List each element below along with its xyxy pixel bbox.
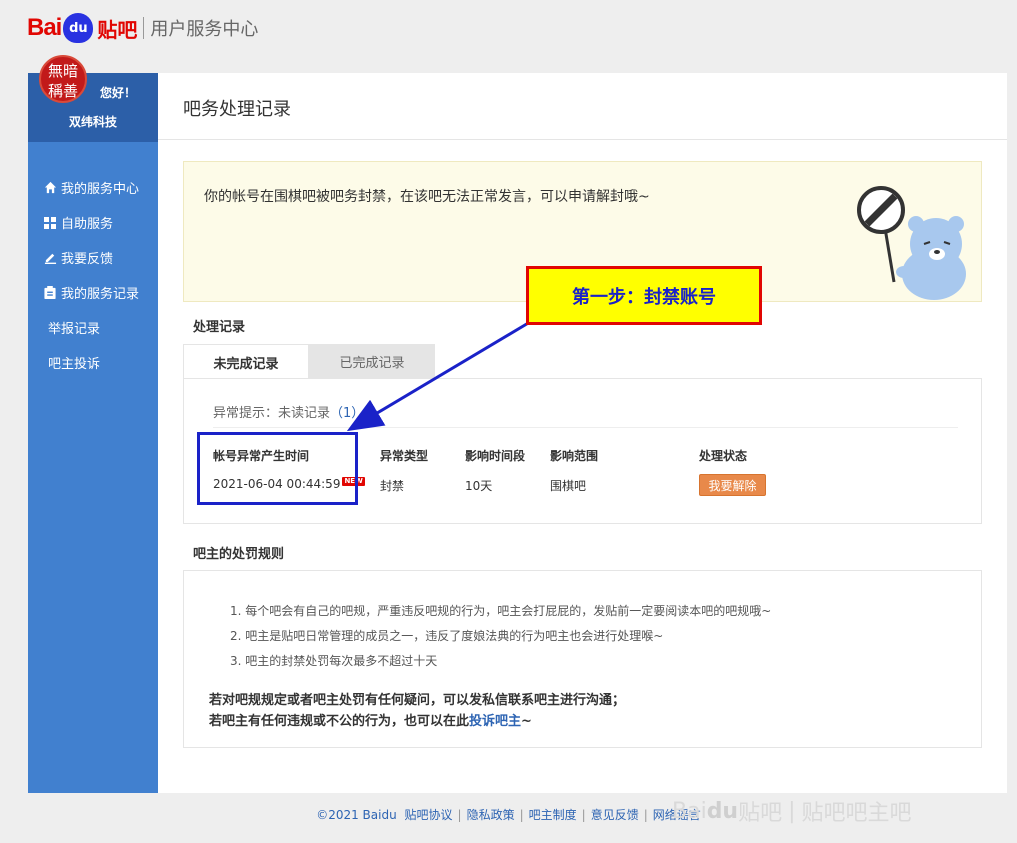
abnormal-hint: 异常提示：未读记录（1） [213,406,365,421]
sidebar-item-feedback[interactable]: 我要反馈 [28,240,158,275]
col-header-type: 异常类型 [380,449,429,463]
records-section-label: 处理记录 [193,320,246,335]
unread-count[interactable]: （1） [330,406,364,421]
sidebar-menu: 我的服务中心 自助服务 我要反馈 我的服务记录 举报记录 吧主投诉 [28,142,158,380]
step-callout: 第一步：封禁账号 [526,266,762,325]
clipboard-icon [43,286,57,300]
sidebar-item-label: 吧主投诉 [48,357,101,372]
rule-item: 1. 每个吧会有自己的吧规，严重违反吧规的行为，吧主会打屁屁的，发贴前一定要阅读… [230,604,772,618]
footer-link-moderator-rules[interactable]: 吧主制度 [529,808,577,822]
watermark: Bai du 贴吧 | 贴吧吧主吧 [672,798,912,827]
complain-moderator-link[interactable]: 投诉吧主 [469,714,521,729]
sidebar-item-moderator-complaint[interactable]: 吧主投诉 [28,345,158,380]
col-header-status: 处理状态 [699,449,748,463]
sidebar: 無暗 稱善 您好！ 双纬科技 我的服务中心 自助服务 我要反馈 我的服务记录 举… [28,55,158,793]
rule-item: 3. 吧主的封禁处罚每次最多不超过十天 [230,654,438,668]
logo-separator [143,17,145,39]
grid-icon [43,216,57,230]
sidebar-item-label: 举报记录 [48,322,101,337]
rules-note-complaint: 若吧主有任何违规或不公的行为，也可以在此投诉吧主~ [209,714,532,729]
logo-tieba-text: 贴吧 [97,17,138,42]
sidebar-item-label: 自助服务 [61,217,114,232]
rules-note-contact: 若对吧规规定或者吧主处罚有任何疑问，可以发私信联系吧主进行沟通； [209,693,626,708]
sidebar-item-service-records[interactable]: 我的服务记录 [28,275,158,310]
sidebar-item-label: 我的服务记录 [61,287,140,302]
cell-type: 封禁 [380,479,405,493]
sidebar-item-service-center[interactable]: 我的服务中心 [28,170,158,205]
baidu-tieba-logo[interactable]: Bai du 贴吧 用户服务中心 [27,8,258,48]
paw-icon: du [63,13,94,43]
sidebar-item-report-records[interactable]: 举报记录 [28,310,158,345]
request-unban-button[interactable]: 我要解除 [699,474,766,496]
tab-completed-records[interactable]: 已完成记录 [309,344,435,379]
col-header-scope: 影响范围 [550,449,599,463]
rules-panel: 1. 每个吧会有自己的吧规，严重违反吧规的行为，吧主会打屁屁的，发贴前一定要阅读… [183,570,982,748]
footer-copyright: ©2021 Baidu [316,808,397,822]
footer-link-privacy[interactable]: 隐私政策 [467,808,515,822]
bear-mascot-icon [857,186,966,300]
greeting-text: 您好！ [100,86,137,100]
logo-bai-text: Bai [27,14,62,41]
highlight-box [197,432,358,505]
pencil-icon [43,251,57,265]
footer-link-feedback[interactable]: 意见反馈 [591,808,639,822]
rule-item: 2. 吧主是贴吧日常管理的成员之一，违反了度娘法典的行为吧主也会进行处理喉~ [230,629,664,643]
cell-duration: 10天 [465,479,493,493]
rules-section-label: 吧主的处罚规则 [193,547,285,562]
home-icon [43,181,57,195]
sidebar-item-label: 我的服务中心 [61,182,140,197]
tab-incomplete-records[interactable]: 未完成记录 [183,344,309,379]
sidebar-item-self-service[interactable]: 自助服务 [28,205,158,240]
col-header-duration: 影响时间段 [465,449,526,463]
title-divider [158,139,1007,140]
user-service-center-title: 用户服务中心 [150,19,259,40]
cell-scope: 围棋吧 [550,479,587,493]
watermark-paw-icon: du [706,798,739,824]
top-header: Bai du 贴吧 用户服务中心 [0,0,1017,68]
records-divider [213,427,958,428]
sidebar-item-label: 我要反馈 [61,252,114,267]
username[interactable]: 双纬科技 [28,113,158,130]
ban-notice-text: 你的帐号在围棋吧被吧务封禁，在该吧无法正常发言，可以申请解封哦~ [204,189,650,205]
footer-link-agreement[interactable]: 贴吧协议 [405,808,453,822]
user-profile: 無暗 稱善 您好！ 双纬科技 [28,55,158,142]
page-title: 吧务处理记录 [183,99,291,120]
records-tabs: 未完成记录 已完成记录 [183,344,435,379]
avatar[interactable]: 無暗 稱善 [39,55,87,103]
